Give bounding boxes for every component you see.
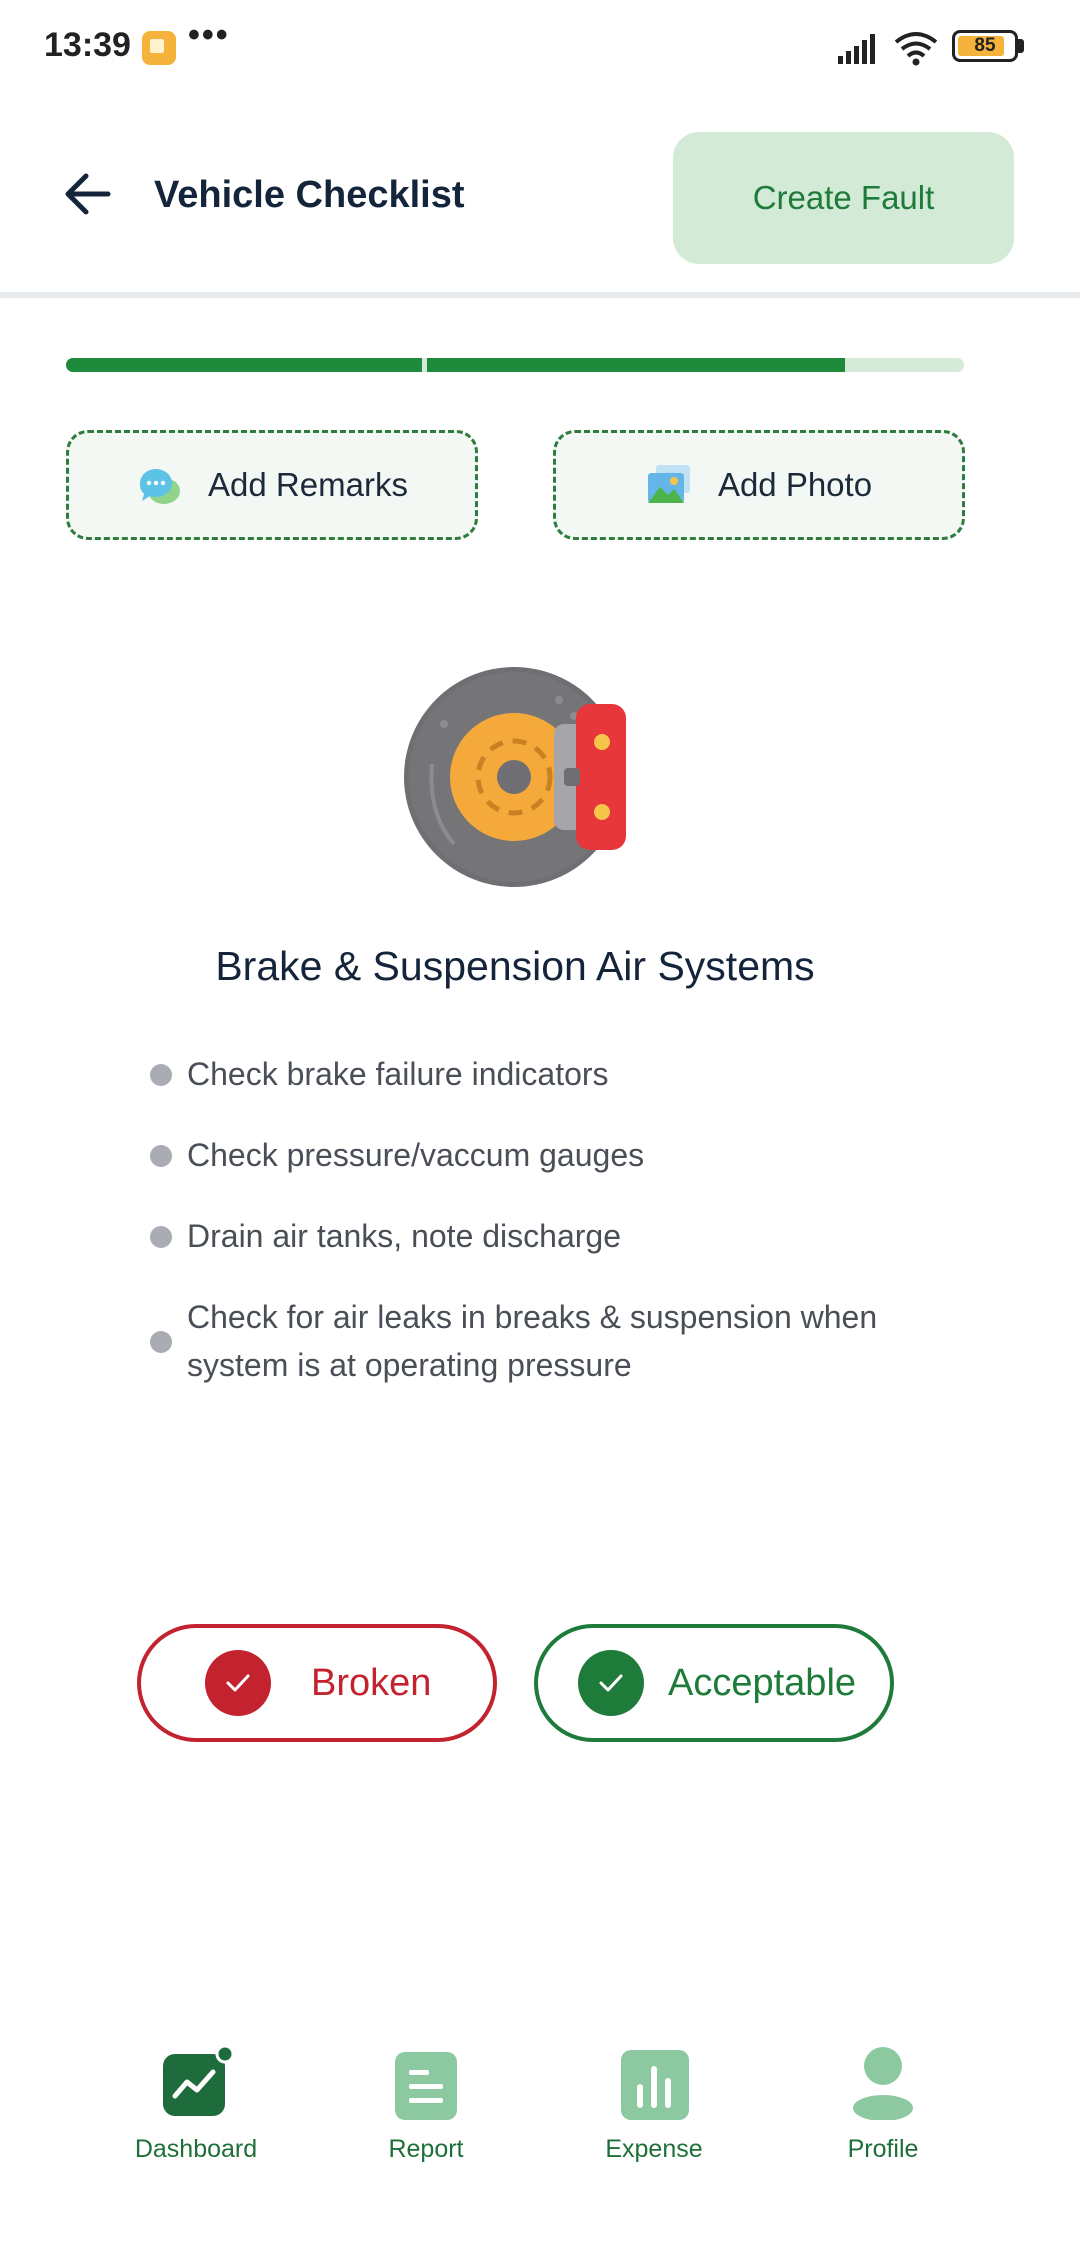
list-item-text: Drain air tanks, note discharge <box>187 1218 621 1254</box>
report-document-icon <box>395 2052 457 2120</box>
expense-bar-chart-icon <box>621 2050 689 2120</box>
add-photo-button[interactable]: Add Photo <box>553 430 965 540</box>
dashboard-chart-icon <box>163 2044 235 2116</box>
nav-item-profile[interactable]: Profile <box>783 2046 983 2164</box>
nav-item-report[interactable]: Report <box>326 2046 526 2164</box>
checklist-progress-bar <box>66 358 964 372</box>
list-item-text: Check pressure/vaccum gauges <box>187 1137 645 1173</box>
create-fault-button[interactable]: Create Fault <box>673 132 1014 264</box>
check-icon <box>578 1650 644 1716</box>
wifi-icon <box>894 32 938 66</box>
status-time: 13:39 <box>44 26 131 64</box>
bottom-navigation: Dashboard Report Expense Profile <box>0 2030 1080 2246</box>
broken-button[interactable]: Broken <box>137 1624 497 1742</box>
checklist-items: Check brake failure indicators Check pre… <box>150 1050 950 1422</box>
app-header: Vehicle Checklist Create Fault <box>0 96 1080 298</box>
add-remarks-button[interactable]: Add Remarks <box>66 430 478 540</box>
check-icon <box>205 1650 271 1716</box>
nav-label-expense: Expense <box>605 2135 703 2163</box>
nav-item-expense[interactable]: Expense <box>554 2046 754 2164</box>
list-item-text: Check for air leaks in breaks & suspensi… <box>187 1299 878 1383</box>
back-arrow-icon[interactable] <box>56 166 120 222</box>
status-bar: 13:39 ••• 85 <box>0 0 1080 96</box>
nav-label-report: Report <box>388 2135 464 2163</box>
add-photo-label: Add Photo <box>717 466 873 503</box>
broken-label: Broken <box>311 1661 432 1704</box>
image-icon <box>647 465 690 503</box>
progress-segment <box>66 358 422 372</box>
notification-app-icon <box>142 31 176 65</box>
signal-icon <box>838 34 875 64</box>
acceptable-label: Acceptable <box>668 1661 857 1704</box>
nav-item-dashboard[interactable]: Dashboard <box>96 2044 296 2164</box>
chat-bubble-icon <box>139 469 181 504</box>
list-item: Check for air leaks in breaks & suspensi… <box>150 1293 950 1389</box>
list-item: Drain air tanks, note discharge <box>150 1212 950 1260</box>
list-item: Check pressure/vaccum gauges <box>150 1131 950 1179</box>
battery-level: 85 <box>974 35 996 56</box>
brake-disc-icon <box>404 667 626 887</box>
bullet-icon <box>150 1145 172 1167</box>
add-remarks-label: Add Remarks <box>208 466 408 503</box>
list-item-text: Check brake failure indicators <box>187 1056 609 1092</box>
acceptable-button[interactable]: Acceptable <box>534 1624 894 1742</box>
more-notifications-icon: ••• <box>188 16 230 54</box>
nav-label-dashboard: Dashboard <box>134 2135 258 2163</box>
bullet-icon <box>150 1226 172 1248</box>
bullet-icon <box>150 1331 172 1353</box>
vehicle-checklist-screen: 13:39 ••• 85 Vehicle Checklist Create Fa… <box>0 0 1080 2246</box>
progress-segment <box>427 358 845 372</box>
battery-icon: 85 <box>952 30 1018 62</box>
section-title: Brake & Suspension Air Systems <box>215 943 815 989</box>
nav-label-profile: Profile <box>847 2135 919 2163</box>
bullet-icon <box>150 1064 172 1086</box>
profile-person-icon <box>853 2047 913 2121</box>
page-title: Vehicle Checklist <box>154 174 465 216</box>
list-item: Check brake failure indicators <box>150 1050 950 1098</box>
